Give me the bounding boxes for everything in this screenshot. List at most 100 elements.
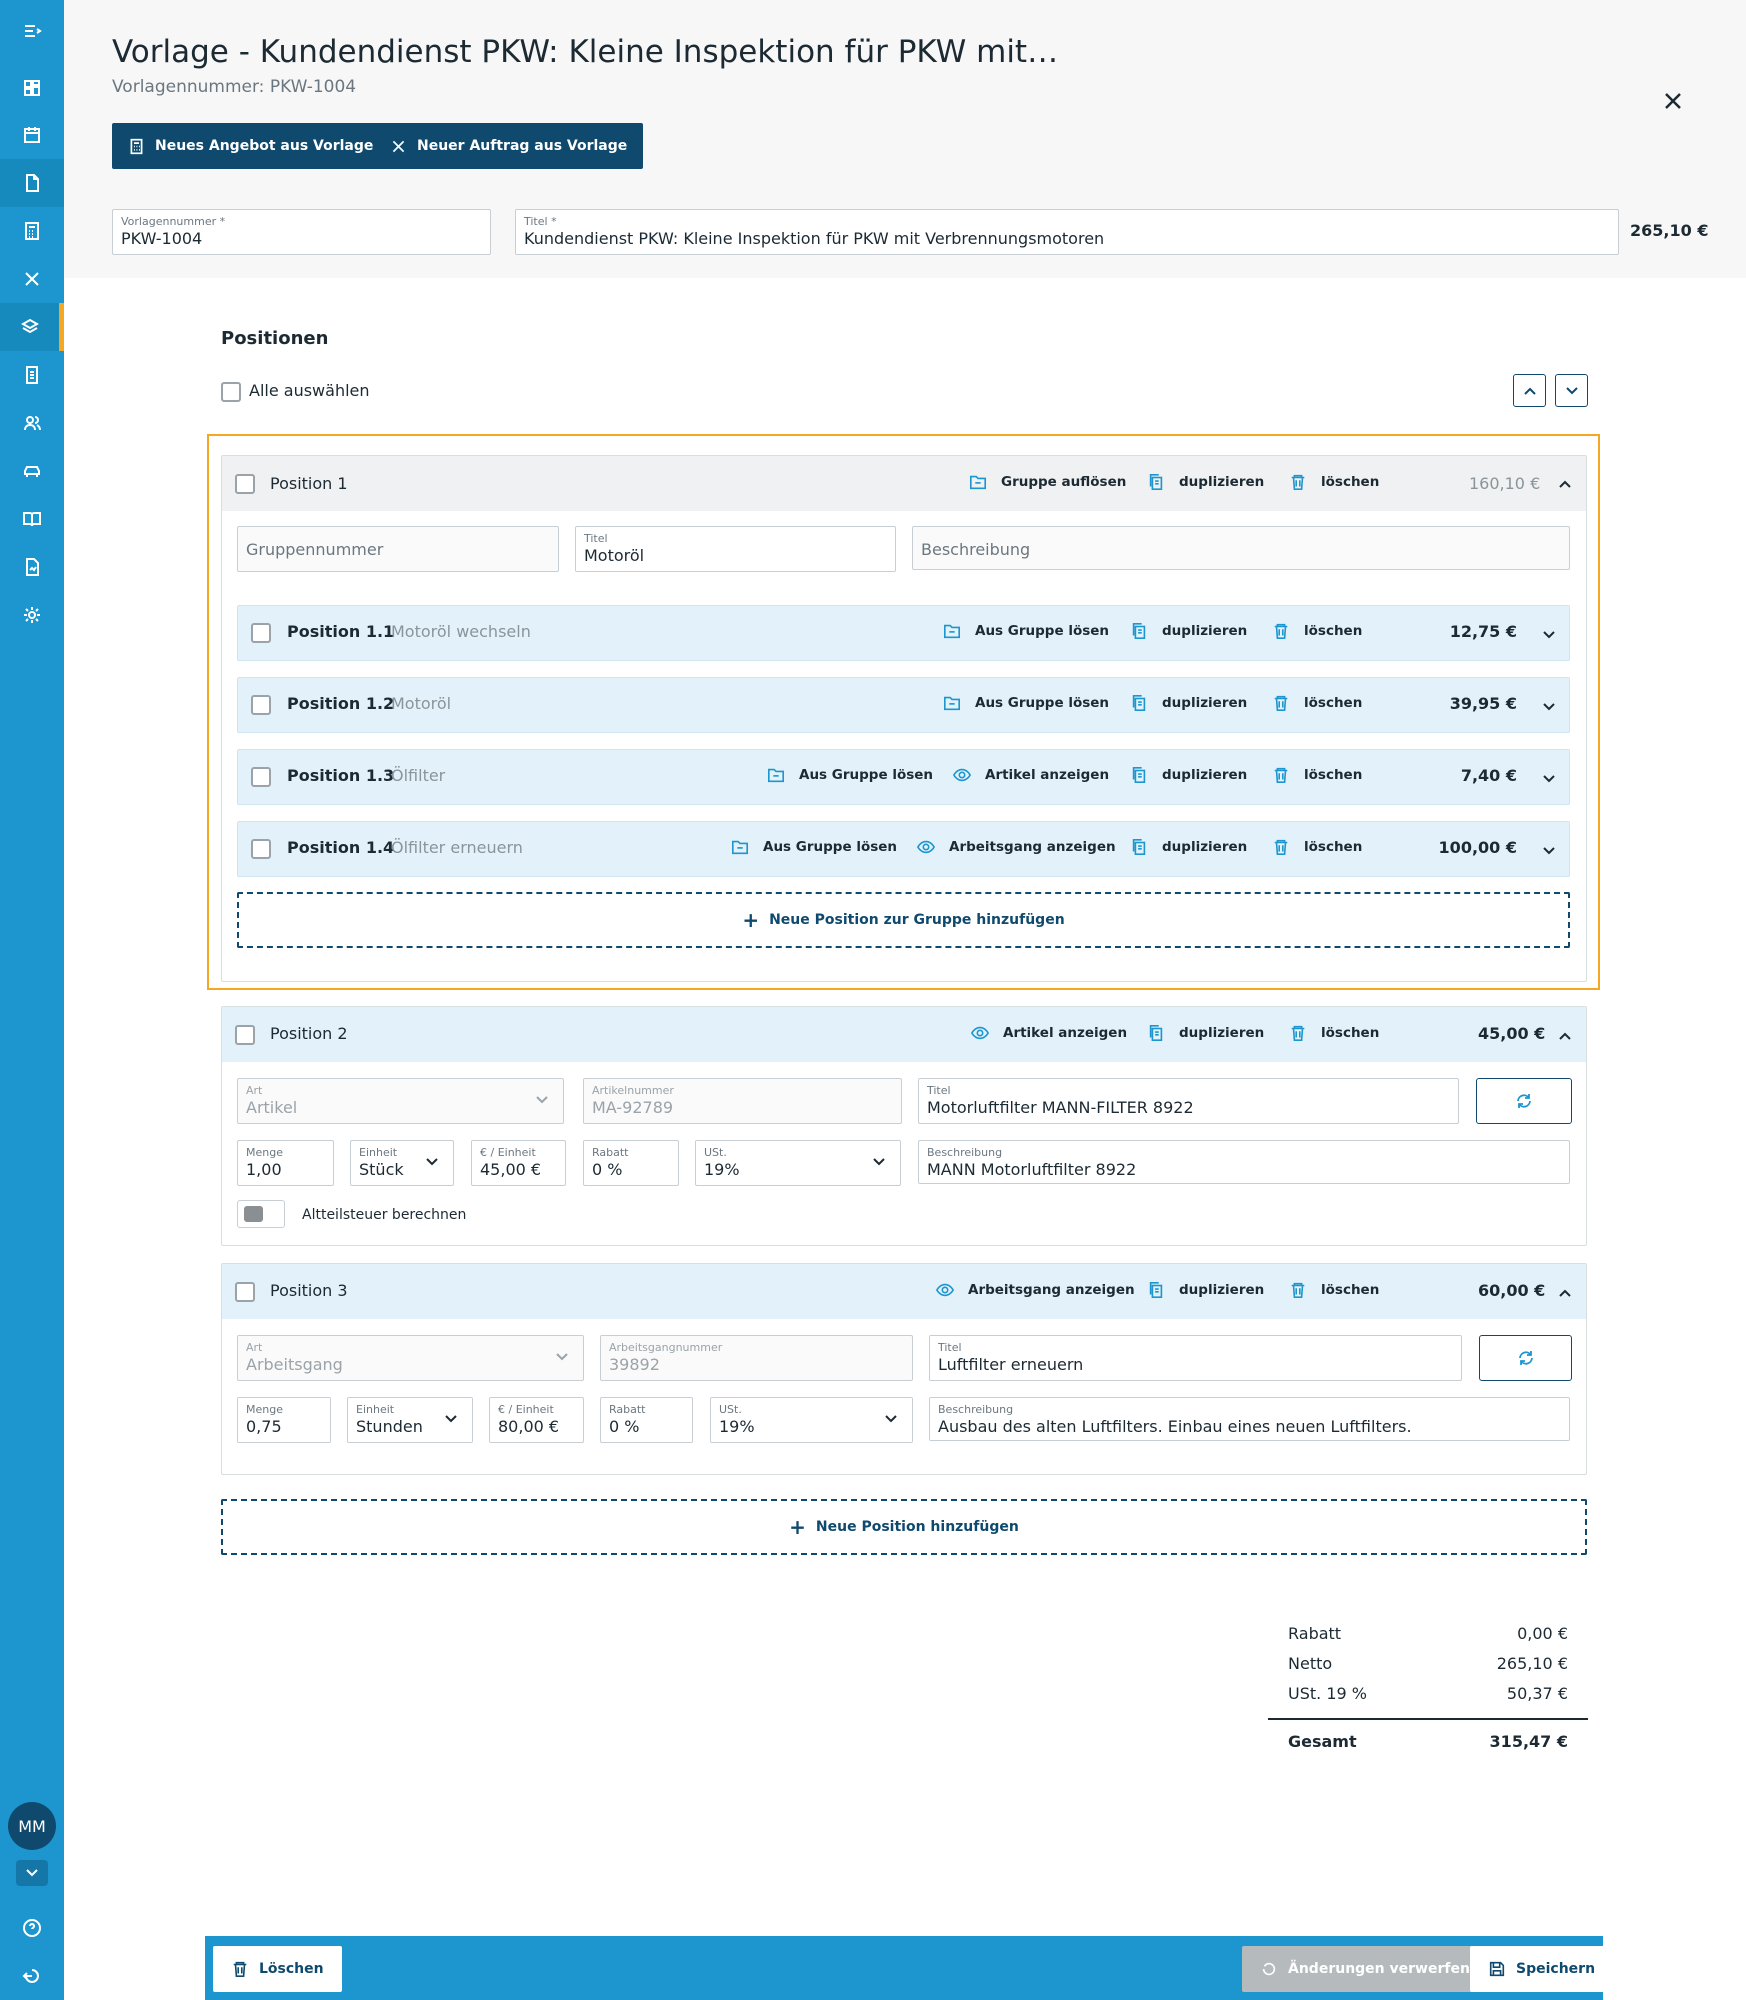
discard-changes-button[interactable]: Änderungen verwerfen — [1242, 1946, 1488, 1992]
view-article-button[interactable]: Artikel anzeigen — [971, 1024, 1127, 1042]
discount-field[interactable]: Rabatt 0 % — [583, 1140, 679, 1186]
position-checkbox[interactable] — [235, 1025, 255, 1045]
vat-select[interactable]: USt. 19% — [710, 1397, 913, 1443]
new-order-button[interactable]: Neuer Auftrag aus Vorlage — [374, 123, 644, 169]
sub-position-checkbox[interactable] — [251, 839, 271, 859]
refresh-button[interactable] — [1479, 1335, 1572, 1381]
duplicate-button[interactable]: duplizieren — [1147, 1281, 1264, 1299]
document-icon[interactable] — [0, 159, 64, 207]
chevron-down-icon[interactable] — [16, 1860, 48, 1886]
delete-button[interactable]: löschen — [1289, 1281, 1379, 1299]
eye-icon — [953, 768, 971, 782]
position-price: 45,00 € — [1478, 1024, 1546, 1043]
trash-icon — [1274, 623, 1288, 640]
delete-button[interactable]: löschen — [1272, 694, 1362, 712]
template-number-field[interactable]: Vorlagennummer * PKW-1004 — [112, 209, 491, 255]
unit-select[interactable]: Einheit Stück — [350, 1140, 454, 1186]
view-button[interactable]: Artikel anzeigen — [953, 766, 1109, 784]
customers-icon[interactable] — [0, 399, 64, 447]
view-button[interactable]: Arbeitsgang anzeigen — [917, 838, 1116, 856]
chevron-down-icon[interactable] — [1542, 841, 1556, 860]
discount-field[interactable]: Rabatt 0 % — [600, 1397, 693, 1443]
duplicate-button[interactable]: duplizieren — [1130, 622, 1247, 640]
duplicate-button[interactable]: duplizieren — [1147, 1024, 1264, 1042]
sub-position-checkbox[interactable] — [251, 695, 271, 715]
book-icon[interactable] — [0, 495, 64, 543]
group-header[interactable] — [222, 456, 1586, 511]
duplicate-button[interactable]: duplizieren — [1130, 766, 1247, 784]
description-field[interactable]: Beschreibung MANN Motorluftfilter 8922 — [918, 1140, 1570, 1184]
sub-position-checkbox[interactable] — [251, 767, 271, 787]
car-icon[interactable] — [0, 447, 64, 495]
position-checkbox[interactable] — [235, 1282, 255, 1302]
position-header[interactable] — [222, 1007, 1586, 1062]
article-number-field[interactable]: Artikelnummer MA-92789 — [583, 1078, 902, 1124]
unit-select[interactable]: Einheit Stunden — [347, 1397, 473, 1443]
delete-button[interactable]: löschen — [1272, 838, 1362, 856]
chevron-up-icon[interactable] — [1558, 1026, 1572, 1045]
layers-icon[interactable] — [0, 303, 64, 351]
chevron-down-icon[interactable] — [1542, 625, 1556, 644]
quantity-field[interactable]: Menge 0,75 — [237, 1397, 331, 1443]
help-icon[interactable] — [0, 1904, 64, 1952]
duplicate-button[interactable]: duplizieren — [1147, 473, 1264, 491]
remove-from-group-button[interactable]: Aus Gruppe lösen — [767, 766, 933, 784]
duplicate-button[interactable]: duplizieren — [1130, 694, 1247, 712]
select-all-checkbox[interactable] — [221, 382, 241, 402]
close-icon[interactable] — [1660, 88, 1686, 114]
position-header[interactable] — [222, 1264, 1586, 1319]
collapse-all-button[interactable] — [1513, 374, 1546, 407]
remove-from-group-button[interactable]: Aus Gruppe lösen — [731, 838, 897, 856]
unit-price-field[interactable]: € / Einheit 80,00 € — [489, 1397, 584, 1443]
invoice-icon[interactable] — [0, 351, 64, 399]
type-select[interactable]: Art Arbeitsgang — [237, 1335, 584, 1381]
type-select[interactable]: Art Artikel — [237, 1078, 564, 1124]
delete-button[interactable]: löschen — [1272, 766, 1362, 784]
avatar[interactable]: MM — [8, 1802, 56, 1850]
ungroup-button[interactable]: Gruppe auflösen — [969, 473, 1126, 491]
chevron-up-icon[interactable] — [1558, 474, 1572, 493]
chevron-down-icon[interactable] — [1542, 697, 1556, 716]
template-title-field[interactable]: Titel * Kundendienst PKW: Kleine Inspekt… — [515, 209, 1619, 255]
core-tax-toggle[interactable] — [237, 1200, 285, 1228]
expand-all-button[interactable] — [1555, 374, 1588, 407]
group-title-field[interactable]: Titel Motoröl — [575, 526, 896, 572]
unit-price-field[interactable]: € / Einheit 45,00 € — [471, 1140, 566, 1186]
vat-select[interactable]: USt. 19% — [695, 1140, 901, 1186]
tools-icon[interactable] — [0, 255, 64, 303]
remove-from-group-button[interactable]: Aus Gruppe lösen — [943, 694, 1109, 712]
group-checkbox[interactable] — [235, 474, 255, 494]
title-field[interactable]: Titel Luftfilter erneuern — [929, 1335, 1462, 1381]
new-offer-button[interactable]: Neues Angebot aus Vorlage — [112, 123, 390, 169]
group-number-field[interactable]: Gruppennummer — [237, 526, 559, 572]
view-operation-button[interactable]: Arbeitsgang anzeigen — [936, 1281, 1135, 1299]
operation-number-field[interactable]: Arbeitsgangnummer 39892 — [600, 1335, 913, 1381]
chevron-down-icon — [885, 1415, 897, 1423]
sub-position-checkbox[interactable] — [251, 623, 271, 643]
dashboard-icon[interactable] — [0, 64, 64, 112]
calendar-icon[interactable] — [0, 111, 64, 159]
save-button[interactable]: Speichern — [1470, 1946, 1614, 1992]
delete-button[interactable]: löschen — [1272, 622, 1362, 640]
select-all-label: Alle auswählen — [249, 381, 370, 400]
title-field[interactable]: Titel Motorluftfilter MANN-FILTER 8922 — [918, 1078, 1459, 1124]
calculator-icon[interactable] — [0, 207, 64, 255]
delete-button[interactable]: löschen — [1289, 473, 1379, 491]
add-position-button[interactable]: + Neue Position hinzufügen — [221, 1499, 1587, 1555]
eye-icon — [936, 1283, 954, 1297]
menu-toggle-icon[interactable] — [0, 7, 64, 55]
delete-button[interactable]: löschen — [1289, 1024, 1379, 1042]
chevron-up-icon[interactable] — [1558, 1283, 1572, 1302]
remove-from-group-button[interactable]: Aus Gruppe lösen — [943, 622, 1109, 640]
group-description-field[interactable]: Beschreibung — [912, 526, 1570, 570]
report-icon[interactable] — [0, 543, 64, 591]
refresh-button[interactable] — [1476, 1078, 1572, 1124]
settings-icon[interactable] — [0, 591, 64, 639]
chevron-down-icon[interactable] — [1542, 769, 1556, 788]
duplicate-button[interactable]: duplizieren — [1130, 838, 1247, 856]
quantity-field[interactable]: Menge 1,00 — [237, 1140, 334, 1186]
description-field[interactable]: Beschreibung Ausbau des alten Luftfilters… — [929, 1397, 1570, 1441]
delete-template-button[interactable]: Löschen — [213, 1946, 342, 1992]
add-to-group-button[interactable]: + Neue Position zur Gruppe hinzufügen — [237, 892, 1570, 948]
logout-icon[interactable] — [0, 1952, 64, 2000]
